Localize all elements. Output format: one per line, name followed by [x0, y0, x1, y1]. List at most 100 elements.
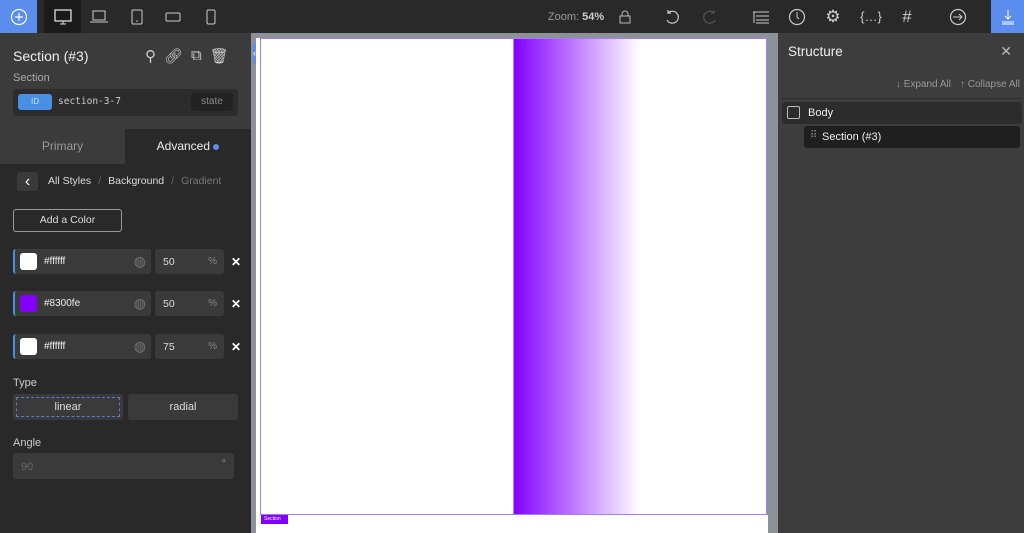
tree-item-body[interactable]: Body: [782, 102, 1022, 124]
position-value: 50: [163, 298, 175, 310]
close-structure-button[interactable]: ✕: [1000, 43, 1012, 60]
back-button[interactable]: ‹: [17, 172, 38, 191]
drag-handle-icon[interactable]: ⠿: [810, 130, 817, 141]
add-element-button[interactable]: [0, 0, 37, 33]
device-desktop-button[interactable]: [44, 0, 81, 33]
gear-icon: ⚙: [825, 6, 841, 26]
duplicate-icon[interactable]: ⧉: [191, 47, 202, 65]
color-stop-field[interactable]: #8300fe ◍: [13, 291, 151, 316]
type-linear-label: linear: [16, 397, 120, 417]
grid-button[interactable]: #: [896, 0, 918, 33]
expand-all-button[interactable]: ↓ Expand All: [896, 79, 951, 90]
color-stop-field[interactable]: #ffffff ◍: [13, 249, 151, 274]
divider: [782, 98, 1022, 99]
element-type: Section: [13, 72, 50, 84]
device-tablet-landscape-button[interactable]: [158, 0, 188, 33]
position-unit: %: [208, 256, 217, 267]
breadcrumb-gradient: Gradient: [181, 175, 222, 187]
structure-panel: Structure ✕ ↓ Expand All ↑ Collapse All …: [778, 33, 1024, 533]
zoom-readout[interactable]: Zoom: 54%: [546, 0, 606, 33]
code-button[interactable]: {…}: [858, 0, 884, 33]
type-linear-button[interactable]: linear: [13, 394, 123, 420]
desktop-icon: [53, 8, 72, 24]
lock-icon: [619, 10, 631, 23]
section-tag-text: Section: [264, 516, 281, 522]
mobile-icon: [206, 9, 216, 24]
tab-advanced-label: Advanced: [156, 139, 211, 153]
tree-item-label: Section (#3): [822, 131, 882, 143]
remove-stop-button[interactable]: ✕: [231, 297, 241, 311]
zoom-label: Zoom:: [547, 10, 580, 23]
breadcrumb: All Styles / Background / Gradient: [48, 175, 222, 187]
device-laptop-button[interactable]: [84, 0, 114, 33]
breadcrumb-background[interactable]: Background: [108, 175, 164, 187]
breadcrumb-all-styles[interactable]: All Styles: [48, 175, 91, 187]
add-color-button[interactable]: Add a Color: [13, 209, 122, 232]
link-icon[interactable]: 🔗︎: [164, 47, 183, 65]
exit-icon: [949, 8, 967, 25]
tree-item-label: Body: [808, 107, 834, 119]
section-label-tag[interactable]: Section: [261, 515, 288, 524]
id-value[interactable]: section-3-7: [58, 96, 121, 107]
canvas-page-bottom: [256, 515, 768, 533]
code-braces-icon: {…}: [860, 9, 882, 24]
structure-button[interactable]: [750, 0, 772, 33]
save-button[interactable]: [991, 0, 1024, 33]
globe-icon[interactable]: ◍: [134, 338, 146, 355]
tablet-icon: [131, 9, 143, 24]
color-swatch[interactable]: [20, 338, 37, 355]
trash-icon[interactable]: 🗑︎: [210, 47, 229, 65]
zoom-value: 54%: [582, 10, 605, 23]
globe-icon[interactable]: ◍: [134, 253, 146, 270]
device-tablet-button[interactable]: [122, 0, 152, 33]
color-stop-position[interactable]: 75 %: [155, 334, 224, 359]
chevron-left-icon: ‹: [24, 173, 31, 190]
type-radial-button[interactable]: radial: [128, 394, 238, 420]
selector-row[interactable]: ID section-3-7 state: [13, 89, 238, 116]
color-swatch[interactable]: [20, 295, 37, 312]
close-icon: ✕: [231, 255, 242, 269]
exit-button[interactable]: [946, 0, 970, 33]
color-swatch[interactable]: [20, 253, 37, 270]
plus-circle-icon: [10, 8, 27, 25]
angle-unit: °: [221, 458, 226, 470]
document-icon: [787, 106, 800, 119]
close-icon: ✕: [231, 297, 242, 311]
color-stop-field[interactable]: #ffffff ◍: [13, 334, 151, 359]
remove-stop-button[interactable]: ✕: [231, 255, 241, 269]
tab-advanced[interactable]: Advanced: [125, 129, 251, 164]
undo-button[interactable]: [662, 0, 682, 33]
hierarchy-icon[interactable]: ⚲: [145, 47, 156, 65]
lock-button[interactable]: [616, 0, 634, 33]
structure-list-icon: [753, 11, 769, 23]
history-button[interactable]: [786, 0, 808, 33]
color-stop-position[interactable]: 50 %: [155, 249, 224, 274]
element-title: Section (#3): [13, 48, 89, 64]
id-badge[interactable]: ID: [18, 94, 52, 110]
position-unit: %: [208, 298, 217, 309]
structure-title: Structure: [788, 44, 843, 59]
collapse-all-button[interactable]: ↑ Collapse All: [960, 79, 1020, 90]
tab-primary[interactable]: Primary: [0, 129, 125, 164]
redo-button[interactable]: [700, 0, 720, 33]
color-stop-position[interactable]: 50 %: [155, 291, 224, 316]
angle-input[interactable]: 90 °: [13, 453, 234, 479]
globe-icon[interactable]: ◍: [134, 295, 146, 312]
close-icon: ✕: [1000, 43, 1012, 59]
angle-label: Angle: [13, 437, 42, 449]
download-icon: [1001, 9, 1014, 24]
top-toolbar: Zoom: 54% ⚙ {…} #: [0, 0, 1024, 33]
tree-item-section[interactable]: ⠿ Section (#3): [804, 126, 1020, 148]
remove-stop-button[interactable]: ✕: [231, 340, 241, 354]
selected-section[interactable]: [260, 38, 767, 515]
angle-placeholder: 90: [21, 461, 34, 473]
state-button[interactable]: state: [191, 93, 233, 111]
laptop-icon: [90, 10, 108, 22]
settings-button[interactable]: ⚙: [822, 0, 844, 33]
hash-icon: #: [902, 6, 912, 26]
device-mobile-button[interactable]: [196, 0, 226, 33]
color-hex: #ffffff: [44, 341, 66, 352]
tablet-landscape-icon: [165, 12, 181, 21]
position-value: 75: [163, 341, 175, 353]
close-icon: ✕: [231, 340, 242, 354]
